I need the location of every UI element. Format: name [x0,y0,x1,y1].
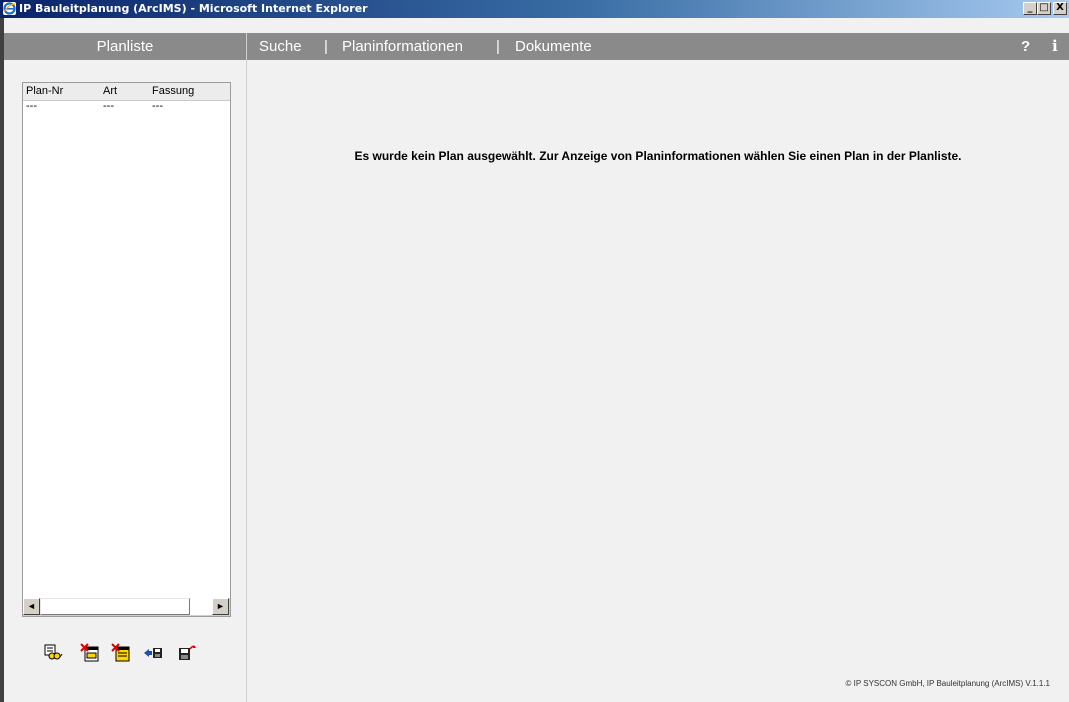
nav-header: Suche | Planinformationen | Dokumente ? … [247,33,1069,60]
nav-tab-planinformationen[interactable]: Planinformationen [342,33,463,60]
cell-fassung: --- [152,100,163,112]
cell-plan-nr: --- [26,100,37,112]
nav-tab-suche[interactable]: Suche [259,33,302,60]
plan-list[interactable]: Plan-Nr Art Fassung --- --- --- ◄ ► [22,82,231,617]
nav-separator: | [324,38,328,55]
copyright-notice: © IP SYSCON GmbH, IP Bauleitplanung (Arc… [845,679,1050,688]
column-header-fassung[interactable]: Fassung [152,85,194,97]
minimize-button[interactable]: _ [1023,2,1037,15]
zoom-to-plan-icon [44,644,63,660]
window-title: IP Bauleitplanung (ArcIMS) - Microsoft I… [19,2,368,15]
remove-all-plans-button[interactable] [111,643,131,663]
no-plan-selected-message: Es wurde kein Plan ausgewählt. Zur Anzei… [354,149,962,163]
nav-separator: | [496,38,500,55]
internet-explorer-icon [3,2,16,15]
panel-divider [246,33,247,702]
remove-plan-button[interactable] [80,643,100,663]
maximize-button[interactable]: □ [1037,2,1051,15]
save-plan-list-icon [179,645,196,660]
cell-art: --- [103,100,114,112]
column-header-art[interactable]: Art [103,85,117,97]
scrollbar-thumb[interactable] [40,598,190,615]
save-plan-list-button[interactable] [177,643,197,663]
plan-list-header: Plan-Nr Art Fassung [23,83,230,101]
column-header-plan-nr[interactable]: Plan-Nr [26,85,63,97]
import-plan-icon [144,648,162,658]
info-button[interactable]: i [1052,33,1058,60]
scroll-right-button[interactable]: ► [212,598,229,615]
planliste-header: Planliste [4,33,246,60]
table-row[interactable]: --- --- --- [23,100,230,114]
import-plan-button[interactable] [143,643,163,663]
title-bar: IP Bauleitplanung (ArcIMS) - Microsoft I… [0,0,1069,18]
zoom-to-plan-button[interactable] [43,643,63,663]
help-button[interactable]: ? [1021,33,1030,60]
window-border [0,18,4,702]
remove-all-plans-icon [111,643,130,662]
nav-tab-dokumente[interactable]: Dokumente [515,33,592,60]
horizontal-scrollbar[interactable]: ◄ ► [23,598,230,616]
remove-plan-icon [80,643,99,662]
close-button[interactable]: X [1053,2,1067,15]
scroll-left-button[interactable]: ◄ [23,598,40,615]
